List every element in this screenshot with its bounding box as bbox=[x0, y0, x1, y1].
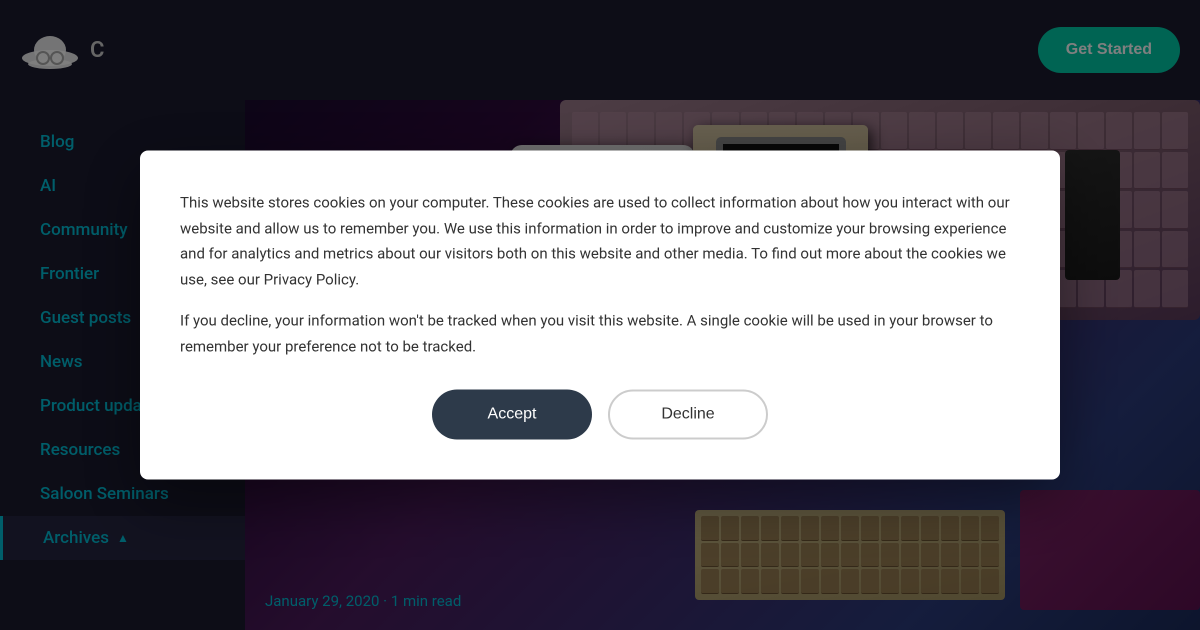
cookie-body-text-2: If you decline, your information won't b… bbox=[180, 309, 1020, 360]
cookie-buttons: Accept Decline bbox=[180, 390, 1020, 440]
cookie-body-text-1: This website stores cookies on your comp… bbox=[180, 191, 1020, 293]
cookie-modal: This website stores cookies on your comp… bbox=[140, 151, 1060, 480]
accept-button[interactable]: Accept bbox=[432, 390, 592, 440]
decline-button[interactable]: Decline bbox=[608, 390, 768, 440]
